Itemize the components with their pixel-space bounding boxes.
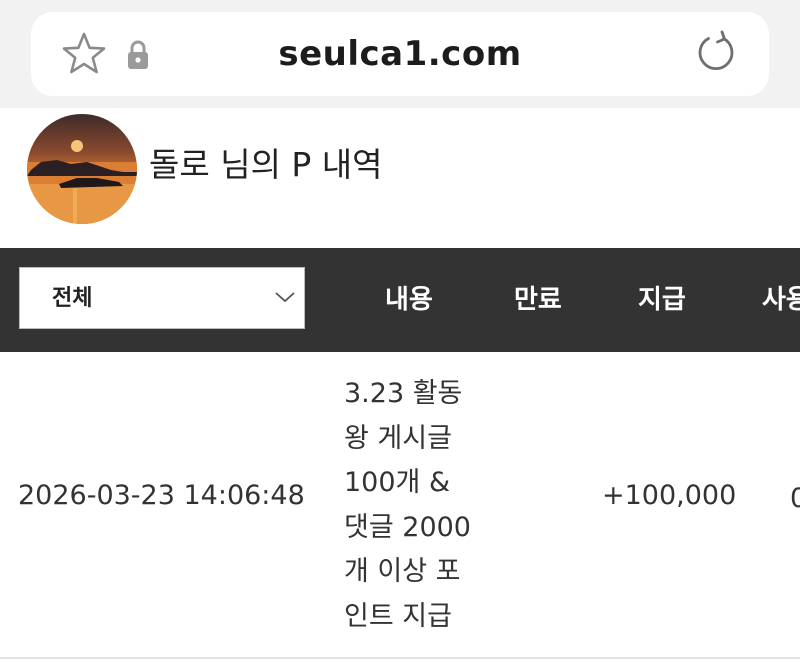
row-content: 3.23 활동 왕 게시글 100개 & 댓글 2000 개 이상 포 인트 지… (344, 372, 484, 639)
row-divider (0, 657, 800, 659)
row-content-line: 왕 게시글 (344, 422, 452, 454)
url-text[interactable]: seulca1.com (31, 12, 769, 96)
page-title: 돌로 님의 P 내역 (149, 145, 383, 184)
row-usage-cell: 0 (790, 487, 800, 511)
avatar (27, 114, 137, 224)
reload-icon[interactable] (693, 30, 739, 76)
row-content-line: 개 이상 포 (344, 556, 461, 587)
table-header: 전체 내용 만료 지급 사용 (0, 248, 800, 352)
browser-toolbar: seulca1.com (0, 0, 800, 108)
row-content-line: 댓글 2000 (344, 511, 471, 543)
filter-select[interactable]: 전체 (19, 267, 305, 329)
column-header-content[interactable]: 내용 (385, 248, 433, 352)
row-content-line: 3.23 활동 (344, 378, 463, 409)
row-date: 2026-03-23 14:06:48 (18, 480, 305, 511)
row-usage-value: 0 (790, 487, 800, 511)
column-header-expiry[interactable]: 만료 (514, 248, 562, 352)
column-header-usage[interactable]: 사용 (762, 248, 800, 352)
row-content-line: 100개 & (344, 467, 451, 498)
profile-header: 돌로 님의 P 내역 (0, 108, 800, 248)
chevron-down-icon (275, 292, 295, 303)
row-payment-amount: +100,000 (602, 480, 737, 511)
table-row: 2026-03-23 14:06:48 3.23 활동 왕 게시글 100개 &… (0, 352, 800, 656)
row-content-line: 인트 지급 (344, 600, 452, 632)
column-header-payment[interactable]: 지급 (638, 248, 686, 352)
filter-selected-value: 전체 (52, 286, 93, 311)
address-bar[interactable]: seulca1.com (31, 12, 769, 96)
